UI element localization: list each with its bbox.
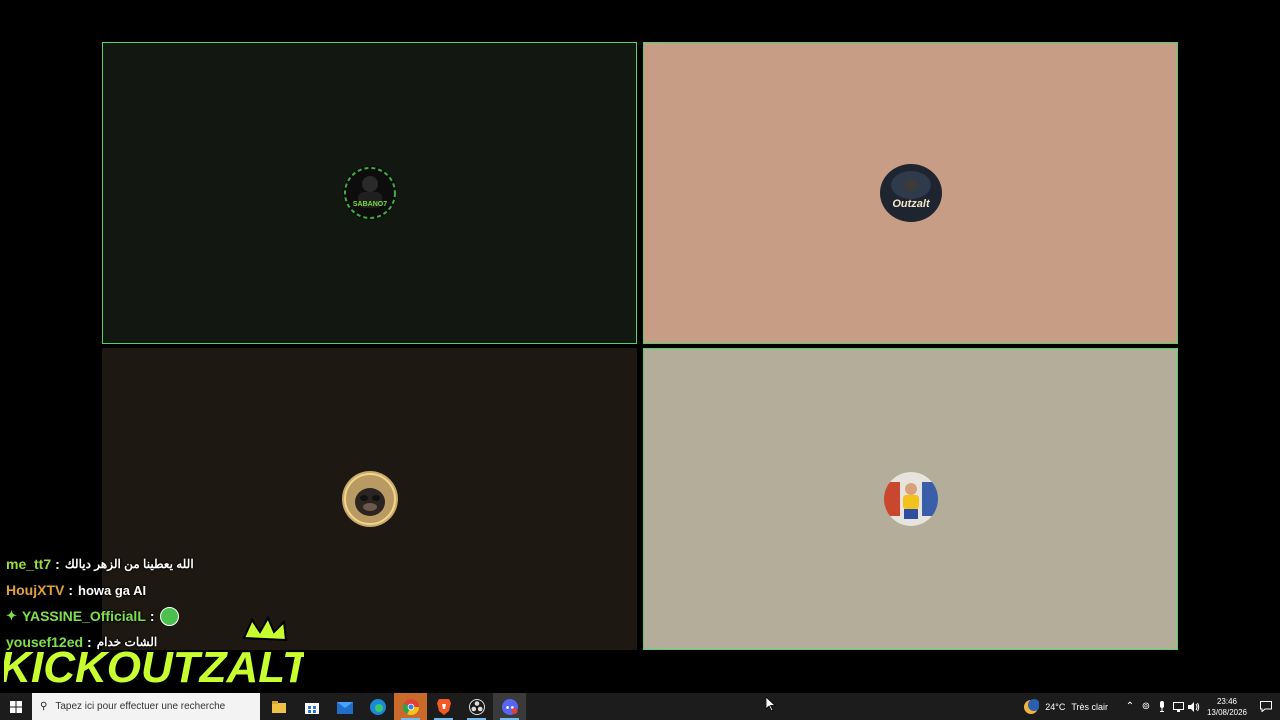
monitor-icon[interactable] (1170, 693, 1186, 720)
chat-username: me_tt7 (6, 556, 52, 572)
child-photo-avatar (883, 472, 938, 526)
chat-message: me_tt7 : الله يعطينا من الزهر ديالك (6, 551, 306, 577)
clock-time: 23:46 (1216, 696, 1238, 706)
chat-message: HoujXTV : howa ga AI (6, 577, 306, 603)
weather-widget[interactable]: 24°C Très clair (1023, 698, 1108, 715)
participant-tile-sabano7[interactable]: SABANO7 (102, 42, 637, 344)
clock[interactable]: 23:46 13/08/2026 (1202, 696, 1252, 718)
moon-weather-icon (1024, 698, 1040, 714)
network-settings-icon[interactable]: ⊚ (1138, 693, 1154, 720)
weather-description: Très clair (1071, 701, 1108, 712)
chat-username: HoujXTV (6, 582, 65, 598)
volume-icon[interactable] (1186, 693, 1202, 720)
svg-text:KICKOUTZALT: KICKOUTZALT (4, 643, 304, 692)
chat-separator: : (55, 556, 60, 572)
microphone-icon[interactable] (1154, 693, 1170, 720)
participant-tile-child[interactable] (643, 348, 1178, 650)
mail-icon[interactable] (328, 693, 361, 720)
participant-tile-outzalt[interactable]: Outzalt (643, 42, 1178, 344)
obs-icon[interactable] (460, 693, 493, 720)
windows-taskbar: ⚲ Tapez ici pour effectuer une recherche… (0, 693, 1280, 720)
discord-icon[interactable] (493, 693, 526, 720)
system-tray: 24°C Très clair ⌃ ⊚ 23:46 13/08/2026 (1023, 693, 1280, 720)
chat-text: الله يعطينا من الزهر ديالك (64, 557, 194, 571)
brave-icon[interactable] (427, 693, 460, 720)
chrome-icon[interactable] (394, 693, 427, 720)
start-button[interactable] (0, 693, 32, 720)
windows-logo-icon (10, 700, 22, 713)
taskbar-search-box[interactable]: ⚲ Tapez ici pour effectuer une recherche (32, 693, 260, 720)
edge-icon[interactable] (361, 693, 394, 720)
chat-separator: : (68, 582, 74, 598)
svg-text:Outzalt: Outzalt (892, 198, 931, 210)
file-explorer-icon[interactable] (262, 693, 295, 720)
svg-text:SABANO7: SABANO7 (352, 201, 386, 208)
kickoutzalt-logo: KICKOUTZALT (0, 615, 313, 694)
search-icon: ⚲ (40, 701, 48, 712)
weather-temperature: 24°C (1045, 701, 1066, 712)
search-placeholder: Tapez ici pour effectuer une recherche (55, 701, 226, 712)
store-icon[interactable] (295, 693, 328, 720)
outzalt-avatar: Outzalt (879, 163, 943, 223)
chevron-up-icon[interactable]: ⌃ (1122, 693, 1138, 720)
sabano7-avatar: SABANO7 (342, 166, 397, 220)
clock-date: 13/08/2026 (1206, 707, 1248, 717)
mouse-cursor-icon (766, 697, 776, 712)
notification-center-icon[interactable] (1252, 701, 1280, 712)
chat-text: howa ga AI (78, 582, 147, 598)
monkey-avatar (340, 469, 400, 529)
